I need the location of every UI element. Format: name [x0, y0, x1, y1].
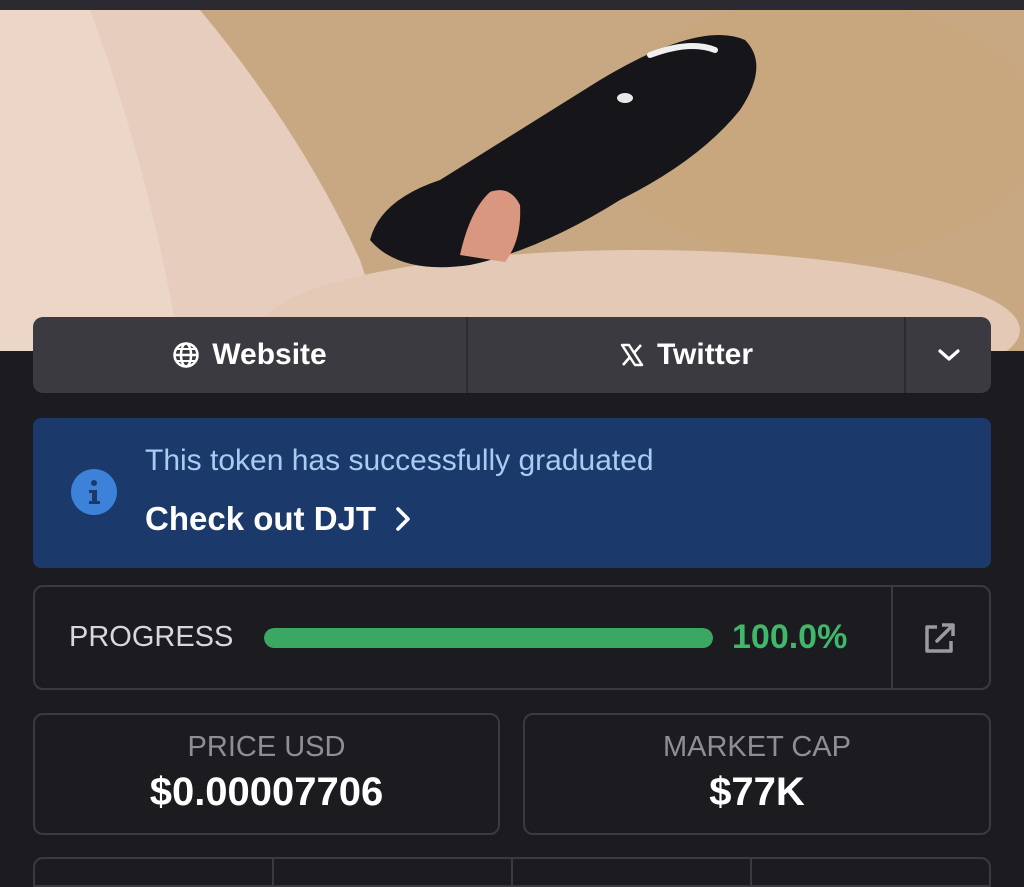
- website-button[interactable]: Website: [33, 317, 468, 393]
- check-out-label: Check out DJT: [145, 500, 377, 537]
- check-out-link[interactable]: Check out DJT: [145, 500, 412, 538]
- market-cap-label: MARKET CAP: [662, 731, 851, 763]
- bottom-stat-cell: [513, 859, 752, 885]
- price-usd-value: $0.00007706: [149, 770, 384, 814]
- info-icon: [71, 469, 117, 515]
- price-usd-label: PRICE USD: [187, 731, 346, 763]
- chevron-right-icon: [396, 507, 410, 531]
- progress-divider: [891, 587, 893, 688]
- price-usd-card: PRICE USD $0.00007706: [33, 713, 500, 835]
- twitter-label: Twitter: [656, 338, 754, 371]
- globe-icon: [173, 342, 199, 368]
- progress-panel: PROGRESS 100.0%: [33, 585, 991, 690]
- token-image: [0, 10, 1024, 351]
- external-link-button[interactable]: [923, 621, 957, 660]
- website-label: Website: [212, 338, 327, 371]
- progress-percent: 100.0%: [732, 618, 848, 656]
- bottom-stat-cell: [752, 859, 989, 885]
- market-cap-card: MARKET CAP $77K: [523, 713, 991, 835]
- progress-bar-fill: [264, 628, 713, 648]
- bottom-stats-row: [33, 857, 991, 887]
- social-links-bar: Website Twitter: [33, 317, 991, 393]
- progress-label: PROGRESS: [69, 621, 234, 653]
- bottom-stat-cell: [35, 859, 274, 885]
- graduated-message: This token has successfully graduated: [145, 444, 654, 477]
- market-cap-value: $77K: [709, 770, 805, 814]
- external-link-icon: [925, 623, 955, 653]
- x-logo-icon: [620, 343, 644, 367]
- twitter-button[interactable]: Twitter: [468, 317, 906, 393]
- top-strip: [0, 0, 1024, 10]
- progress-bar: [264, 628, 713, 648]
- token-image-art: [0, 10, 1024, 351]
- chevron-down-icon: [937, 349, 960, 361]
- more-links-dropdown[interactable]: [906, 317, 991, 393]
- bottom-stat-cell: [274, 859, 513, 885]
- graduated-banner: This token has successfully graduated Ch…: [33, 418, 991, 568]
